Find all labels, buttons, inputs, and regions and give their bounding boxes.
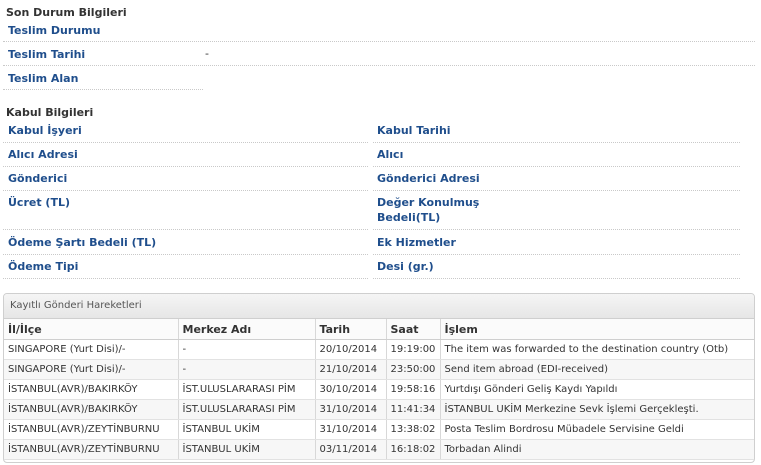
cell-saat: 16:18:02 <box>386 439 441 460</box>
cell-merkez-adi: İSTANBUL UKİM <box>178 419 316 440</box>
row-odeme-sarti: Ödeme Şartı Bedeli (TL) <box>3 234 368 255</box>
cell-saat: 19:58:16 <box>386 379 441 400</box>
row-gonderici-adresi: Gönderici Adresi <box>373 170 740 191</box>
label-kabul-isyeri: Kabul İşyeri <box>8 124 82 137</box>
row-teslim-alan: Teslim Alan <box>3 70 203 90</box>
section-title-son-durum: Son Durum Bilgileri <box>6 6 127 19</box>
section-title-kabul: Kabul Bilgileri <box>6 106 94 119</box>
cell-islem: Posta Teslim Bordrosu Mübadele Servisine… <box>440 419 754 440</box>
label-ucret: Ücret (TL) <box>8 196 70 209</box>
cell-il-ilce: SINGAPORE (Yurt Disi)/- <box>4 339 179 360</box>
row-alici: Alıcı <box>373 146 740 167</box>
column-header-tarih[interactable]: Tarih <box>315 319 387 340</box>
cell-saat: 11:41:34 <box>386 399 441 420</box>
label-deger-konulmus: Değer Konulmuş <box>377 196 480 209</box>
row-gonderici: Gönderici <box>3 170 368 191</box>
column-header-islem[interactable]: İşlem <box>440 319 754 340</box>
cell-merkez-adi: İSTANBUL UKİM <box>178 439 316 460</box>
row-ucret: Ücret (TL) <box>3 194 368 230</box>
cell-il-ilce: İSTANBUL(AVR)/BAKIRKÖY <box>4 379 179 400</box>
table-row[interactable]: İSTANBUL(AVR)/BAKIRKÖY İST.ULUSLARARASI … <box>4 379 754 400</box>
cell-islem: Yurtdışı Gönderi Geliş Kaydı Yapıldı <box>440 379 754 400</box>
cell-merkez-adi: - <box>178 339 316 360</box>
cell-tarih: 21/10/2014 <box>315 359 387 380</box>
cell-islem: The item was forwarded to the destinatio… <box>440 339 754 360</box>
label-teslim-durumu: Teslim Durumu <box>8 24 101 37</box>
label-odeme-sarti: Ödeme Şartı Bedeli (TL) <box>8 236 157 249</box>
movements-table: İl/İlçe Merkez Adı Tarih Saat İşlem SING… <box>4 319 754 460</box>
label-teslim-alan: Teslim Alan <box>8 72 79 85</box>
row-ek-hizmetler: Ek Hizmetler <box>373 234 740 255</box>
label-odeme-tipi: Ödeme Tipi <box>8 260 79 273</box>
label-kabul-tarihi: Kabul Tarihi <box>377 124 451 137</box>
column-header-merkez-adi[interactable]: Merkez Adı <box>178 319 316 340</box>
cell-saat: 19:19:00 <box>386 339 441 360</box>
table-row[interactable]: İSTANBUL(AVR)/BAKIRKÖY İST.ULUSLARARASI … <box>4 399 754 420</box>
cell-saat: 13:38:02 <box>386 419 441 440</box>
label-alici-adresi: Alıcı Adresi <box>8 148 78 161</box>
table-row[interactable]: SINGAPORE (Yurt Disi)/- - 20/10/2014 19:… <box>4 339 754 360</box>
cell-merkez-adi: - <box>178 359 316 380</box>
label-gonderici-adresi: Gönderici Adresi <box>377 172 480 185</box>
column-header-il-ilce[interactable]: İl/İlçe <box>4 319 179 340</box>
row-odeme-tipi: Ödeme Tipi <box>3 258 368 279</box>
movements-header-row: İl/İlçe Merkez Adı Tarih Saat İşlem <box>4 319 754 340</box>
cell-islem: İSTANBUL UKİM Merkezine Sevk İşlemi Gerç… <box>440 399 754 420</box>
row-desi: Desi (gr.) <box>373 258 740 279</box>
table-row[interactable]: SINGAPORE (Yurt Disi)/- - 21/10/2014 23:… <box>4 359 754 380</box>
cell-il-ilce: İSTANBUL(AVR)/BAKIRKÖY <box>4 399 179 420</box>
cell-saat: 23:50:00 <box>386 359 441 380</box>
cell-il-ilce: SINGAPORE (Yurt Disi)/- <box>4 359 179 380</box>
cell-islem: Torbadan Alindi <box>440 439 754 460</box>
cell-tarih: 31/10/2014 <box>315 399 387 420</box>
cell-islem: Send item abroad (EDI-received) <box>440 359 754 380</box>
row-kabul-tarihi: Kabul Tarihi <box>373 122 740 143</box>
movements-panel-title: Kayıtlı Gönderi Hareketleri <box>4 294 754 319</box>
label-desi: Desi (gr.) <box>377 260 434 273</box>
value-teslim-tarihi: - <box>205 47 209 60</box>
cell-tarih: 30/10/2014 <box>315 379 387 400</box>
row-alici-adresi: Alıcı Adresi <box>3 146 368 167</box>
cell-tarih: 31/10/2014 <box>315 419 387 440</box>
table-row[interactable]: İSTANBUL(AVR)/ZEYTİNBURNU İSTANBUL UKİM … <box>4 439 754 460</box>
cell-merkez-adi: İST.ULUSLARARASI PİM <box>178 379 316 400</box>
movements-panel: Kayıtlı Gönderi Hareketleri İl/İlçe Merk… <box>3 293 755 463</box>
row-teslim-tarihi: Teslim Tarihi - <box>3 46 755 66</box>
cell-tarih: 03/11/2014 <box>315 439 387 460</box>
column-header-saat[interactable]: Saat <box>386 319 441 340</box>
table-row[interactable]: İSTANBUL(AVR)/ZEYTİNBURNU İSTANBUL UKİM … <box>4 419 754 440</box>
cell-tarih: 20/10/2014 <box>315 339 387 360</box>
cell-il-ilce: İSTANBUL(AVR)/ZEYTİNBURNU <box>4 419 179 440</box>
label-ek-hizmetler: Ek Hizmetler <box>377 236 456 249</box>
row-teslim-durumu: Teslim Durumu <box>3 22 755 42</box>
label-teslim-tarihi: Teslim Tarihi <box>8 48 86 61</box>
cell-il-ilce: İSTANBUL(AVR)/ZEYTİNBURNU <box>4 439 179 460</box>
row-deger-konulmus: Değer Konulmuş Bedeli(TL) <box>373 194 740 230</box>
label-alici: Alıcı <box>377 148 404 161</box>
label-gonderici: Gönderici <box>8 172 68 185</box>
row-kabul-isyeri: Kabul İşyeri <box>3 122 368 143</box>
label-deger-bedeli: Bedeli(TL) <box>377 211 441 224</box>
cell-merkez-adi: İST.ULUSLARARASI PİM <box>178 399 316 420</box>
